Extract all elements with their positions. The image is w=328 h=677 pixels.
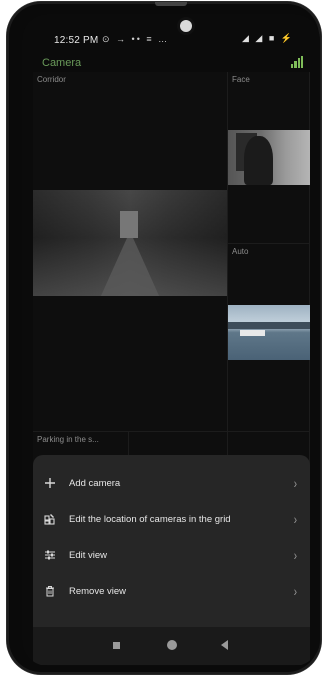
- camera-cell-corridor[interactable]: Corridor: [33, 72, 228, 432]
- face-feed: [228, 130, 310, 185]
- camera-label: Corridor: [37, 75, 66, 84]
- camera-label: Face: [232, 75, 250, 84]
- menu-item-label: Edit view: [69, 549, 108, 561]
- auto-feed: [228, 305, 310, 360]
- menu-item-add-camera[interactable]: Add camera ›: [33, 465, 310, 501]
- system-nav-bar: [33, 627, 310, 665]
- menu-item-remove-view[interactable]: Remove view ›: [33, 573, 310, 609]
- menu-item-edit-view[interactable]: Edit view ›: [33, 537, 310, 573]
- front-camera: [180, 20, 192, 32]
- status-bar: 12:52 PM ⊙ → •• ≡ … ◢ ◢ ■ ⚡: [22, 14, 320, 46]
- status-time: 12:52 PM: [54, 35, 99, 46]
- bottom-sheet-menu: Add camera › Edit the location of camera…: [33, 455, 310, 627]
- sliders-icon: [43, 548, 57, 562]
- back-button[interactable]: [221, 640, 228, 650]
- top-pill: [155, 2, 187, 6]
- notification-icons: ⊙ → •• ≡ …: [102, 34, 170, 44]
- menu-item-label: Add camera: [69, 477, 121, 489]
- plus-icon: [43, 476, 57, 490]
- camera-label: Auto: [232, 247, 249, 256]
- chevron-right-icon: ›: [294, 583, 298, 599]
- camera-cell-face[interactable]: Face: [228, 72, 310, 244]
- camera-cell-auto[interactable]: Auto: [228, 244, 310, 432]
- screen: 12:52 PM ⊙ → •• ≡ … ◢ ◢ ■ ⚡ Camera Corri…: [22, 14, 320, 666]
- menu-item-label: Edit the location of cameras in the grid: [69, 513, 231, 525]
- system-icons: ◢ ◢ ■ ⚡: [242, 33, 294, 43]
- recents-button[interactable]: [113, 642, 120, 649]
- signal-icon[interactable]: [291, 56, 303, 68]
- grid-edit-icon: [43, 512, 57, 526]
- camera-label: Parking in the s...: [37, 435, 99, 444]
- phone-frame: 12:52 PM ⊙ → •• ≡ … ◢ ◢ ■ ⚡ Camera Corri…: [7, 2, 321, 674]
- chevron-right-icon: ›: [294, 475, 298, 491]
- menu-item-edit-grid[interactable]: Edit the location of cameras in the grid…: [33, 501, 310, 537]
- chevron-right-icon: ›: [294, 547, 298, 563]
- app-title: Camera: [42, 57, 82, 69]
- menu-item-label: Remove view: [69, 585, 127, 597]
- chevron-right-icon: ›: [294, 511, 298, 527]
- home-button[interactable]: [167, 640, 177, 650]
- corridor-feed: [33, 190, 227, 296]
- trash-icon: [43, 584, 57, 598]
